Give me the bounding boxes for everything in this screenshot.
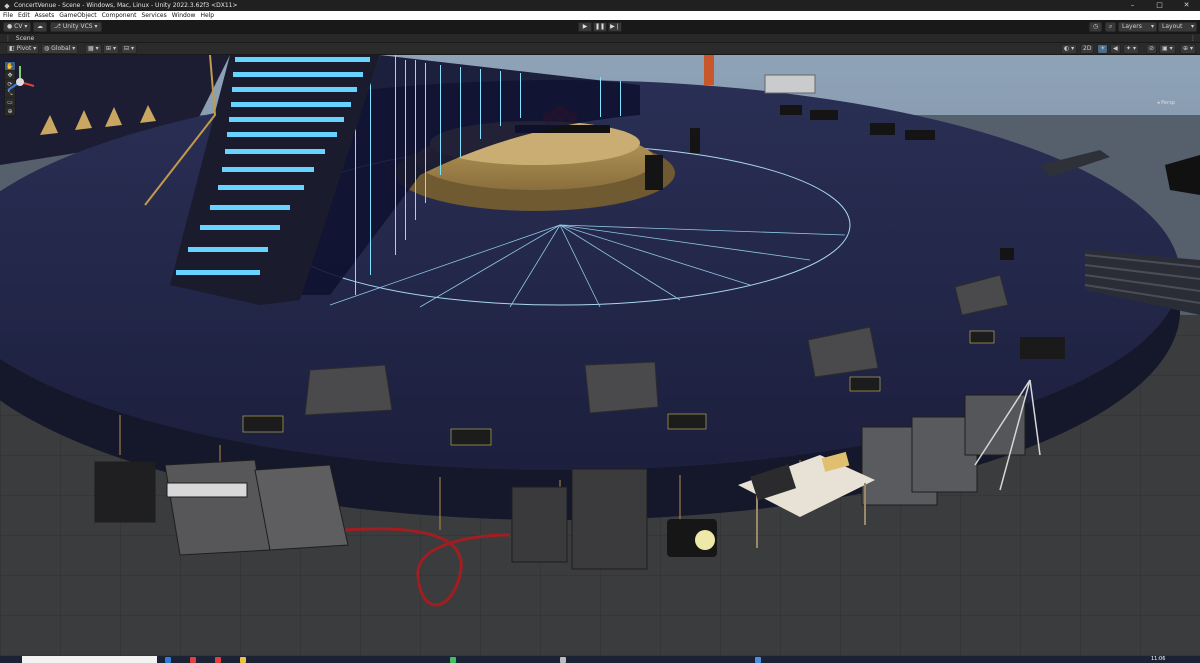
history-icon: ◷ [1093, 23, 1099, 30]
menu-edit[interactable]: Edit [18, 12, 30, 19]
vcs-button[interactable]: ⎇ Unity VCS ▾ [50, 22, 102, 32]
chevron-down-icon: ▾ [1190, 23, 1194, 30]
effects-dropdown[interactable]: ✦ ▾ [1123, 44, 1139, 54]
global-dropdown[interactable]: ◍ Global ▾ [41, 44, 79, 54]
mode-2d-button[interactable]: 2D [1080, 44, 1095, 54]
vcs-icon: ⎇ [54, 23, 61, 30]
pause-button[interactable]: ❚❚ [593, 22, 607, 32]
account-icon: ● [7, 23, 13, 30]
search-icon: ⌕ [1109, 23, 1113, 30]
global-label: Global [51, 45, 71, 52]
camera-dropdown[interactable]: ▣ ▾ [1159, 44, 1176, 54]
layout-dropdown[interactable]: Layout ▾ [1158, 22, 1197, 32]
scene-viewport[interactable]: ✋ ✥ ⟳ ⤡ ▭ ⊕ ◂ Persp [0, 55, 1200, 656]
minimize-button[interactable]: – [1119, 0, 1146, 11]
scene-render [0, 55, 1200, 656]
menu-component[interactable]: Component [102, 12, 137, 19]
lighting-toggle[interactable]: ☀ [1097, 44, 1109, 54]
menu-bar: File Edit Assets GameObject Component Se… [0, 11, 1200, 20]
persp-label[interactable]: ◂ Persp [1157, 100, 1175, 106]
menu-help[interactable]: Help [200, 12, 214, 19]
rear-screen [764, 74, 816, 94]
main-toolbar: ● CV ▾ ☁ ⎇ Unity VCS ▾ ▶ ❚❚ ▶❘ ◷ ⌕ Layer… [0, 20, 1200, 34]
grid-plane-button[interactable]: ⊟ ▾ [121, 44, 137, 54]
taskbar-search-box[interactable] [22, 656, 157, 663]
gizmos-dropdown[interactable]: ⊕ ▾ [1180, 44, 1196, 54]
menu-file[interactable]: File [3, 12, 13, 19]
layers-dropdown[interactable]: Layers ▾ [1118, 22, 1157, 32]
eye-off-icon: ⊘ [1149, 45, 1155, 52]
bulb-icon: ☀ [1100, 45, 1106, 52]
app-icon[interactable] [450, 657, 456, 663]
clock: 11:06 [1151, 656, 1166, 662]
tab-scene[interactable]: ⋮ Scene [2, 34, 40, 43]
window-title: ConcertVenue - Scene - Windows, Mac, Lin… [14, 2, 238, 9]
menu-assets[interactable]: Assets [35, 12, 55, 19]
speaker-icon: ◀ [1113, 45, 1118, 52]
step-button[interactable]: ▶❘ [608, 22, 622, 32]
hidden-objects-toggle[interactable]: ⊘ [1146, 44, 1158, 54]
maximize-button[interactable]: □ [1146, 0, 1173, 11]
window-controls: – □ ✕ [1119, 0, 1200, 11]
audio-toggle[interactable]: ◀ [1110, 44, 1121, 54]
title-bar: ◆ ConcertVenue - Scene - Windows, Mac, L… [0, 0, 1200, 11]
app-icon[interactable] [215, 657, 221, 663]
cloud-icon: ☁ [37, 23, 43, 30]
account-label: CV [14, 23, 23, 30]
play-button[interactable]: ▶ [578, 22, 592, 32]
app-icon[interactable] [165, 657, 171, 663]
menu-services[interactable]: Services [141, 12, 166, 19]
unity-logo-icon: ◆ [4, 1, 10, 10]
cloud-button[interactable]: ☁ [33, 22, 47, 32]
scene-view-toolbar: ◧ Pivot ▾ ◍ Global ▾ ▦ ▾ ⊞ ▾ ⊟ ▾ ◐ ▾ 2D … [0, 43, 1200, 55]
pivot-icon: ◧ [9, 45, 15, 52]
layout-label: Layout [1162, 23, 1183, 30]
vcs-label: Unity VCS [62, 23, 93, 30]
grip-icon: ⋮ [5, 35, 11, 42]
tab-menu-button[interactable]: ⋮ [1190, 34, 1196, 43]
camera-icon: ▣ [1162, 45, 1168, 52]
menu-gameobject[interactable]: GameObject [59, 12, 96, 19]
os-taskbar: 11:06 [0, 656, 1200, 663]
banner [704, 55, 714, 85]
effects-icon: ✦ [1126, 45, 1132, 52]
mode-2d-label: 2D [1083, 45, 1092, 52]
history-button[interactable]: ◷ [1089, 22, 1103, 32]
chevron-down-icon: ▾ [1150, 23, 1154, 30]
tab-scene-label: Scene [15, 35, 35, 42]
orientation-gizmo[interactable] [0, 62, 40, 108]
grid-icon: ▦ [88, 45, 94, 52]
search-button[interactable]: ⌕ [1105, 22, 1117, 32]
close-button[interactable]: ✕ [1173, 0, 1200, 11]
gizmos-icon: ⊕ [1183, 45, 1189, 52]
transform-tool-icon[interactable]: ⊕ [5, 107, 15, 116]
layers-label: Layers [1122, 23, 1142, 30]
pivot-dropdown[interactable]: ◧ Pivot ▾ [6, 44, 40, 54]
grid-snap-button[interactable]: ▦ ▾ [85, 44, 102, 54]
snap-increment-button[interactable]: ⊞ ▾ [103, 44, 119, 54]
account-button[interactable]: ● CV ▾ [3, 22, 32, 32]
folder-icon[interactable] [240, 657, 246, 663]
pivot-label: Pivot [16, 45, 32, 52]
play-controls: ▶ ❚❚ ▶❘ [578, 22, 623, 32]
shading-icon: ◐ [1064, 45, 1070, 52]
globe-icon: ◍ [44, 45, 50, 52]
unity-taskbar-icon[interactable] [755, 657, 761, 663]
draw-mode-button[interactable]: ◐ ▾ [1061, 44, 1078, 54]
camera [1020, 337, 1065, 359]
app-icon[interactable] [190, 657, 196, 663]
snap-icon: ⊞ [106, 45, 112, 52]
app-icon[interactable] [560, 657, 566, 663]
menu-window[interactable]: Window [172, 12, 196, 19]
grid-plane-icon: ⊟ [124, 45, 130, 52]
scene-tab-bar: ⋮ Scene ⋮ [0, 34, 1200, 43]
